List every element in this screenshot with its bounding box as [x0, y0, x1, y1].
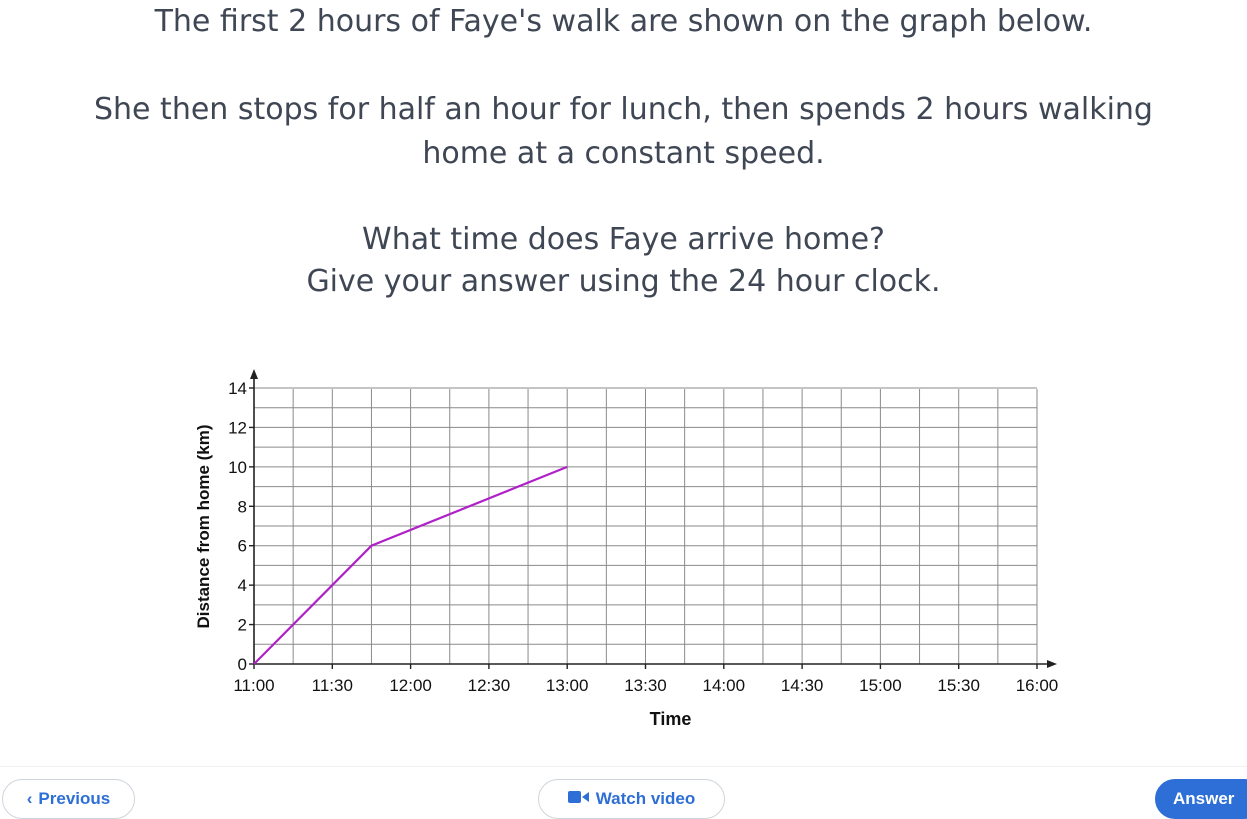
watch-video-label: Watch video — [596, 789, 696, 809]
y-tick-label: 0 — [238, 655, 247, 674]
question-line-5: Give your answer using the 24 hour clock… — [0, 264, 1247, 300]
x-tick-label: 14:30 — [781, 676, 824, 695]
y-tick-label: 12 — [228, 418, 247, 437]
question-line-4: What time does Faye arrive home? — [0, 222, 1247, 258]
x-tick-label: 12:30 — [468, 676, 511, 695]
y-axis-label: Distance from home (km) — [194, 424, 213, 628]
video-camera-icon — [568, 789, 590, 809]
previous-button[interactable]: ‹ Previous — [2, 779, 135, 819]
watch-video-button[interactable]: Watch video — [538, 779, 725, 819]
footer-bar: ‹ Previous Watch video Answer — [0, 766, 1247, 805]
x-axis-label: Time — [650, 709, 692, 729]
x-tick-label: 11:30 — [312, 676, 353, 695]
previous-label: Previous — [38, 789, 110, 809]
y-tick-label: 8 — [238, 497, 247, 516]
answer-button[interactable]: Answer — [1155, 779, 1247, 819]
y-tick-label: 6 — [238, 537, 247, 556]
distance-time-graph: 0 2 4 6 8 10 12 14 11:00 11:30 12:00 12:30 13:00 13:3… — [185, 355, 1065, 745]
chevron-left-icon: ‹ — [27, 789, 33, 809]
y-tick-label: 4 — [238, 576, 247, 595]
x-tick-label: 15:30 — [937, 676, 980, 695]
x-tick-label: 11:00 — [233, 676, 274, 695]
x-tick-label: 16:00 — [1016, 676, 1059, 695]
x-axis-arrow — [1047, 660, 1057, 668]
answer-label: Answer — [1173, 789, 1234, 809]
chart-svg: 0 2 4 6 8 10 12 14 11:00 11:30 12:00 12:30 13:00 13:3… — [185, 355, 1065, 745]
x-tick-label: 13:30 — [624, 676, 667, 695]
x-tick-label: 12:00 — [389, 676, 432, 695]
question-line-3: home at a constant speed. — [0, 136, 1247, 172]
x-tick-label: 15:00 — [859, 676, 902, 695]
y-tick-label: 2 — [238, 616, 247, 635]
x-tick-label: 13:00 — [546, 676, 589, 695]
y-tick-label: 10 — [228, 458, 247, 477]
x-tick-label: 14:00 — [703, 676, 746, 695]
y-axis-arrow — [250, 369, 258, 379]
question-line-2: She then stops for half an hour for lunc… — [0, 92, 1247, 128]
y-tick-label: 14 — [228, 379, 247, 398]
question-line-1: The first 2 hours of Faye's walk are sho… — [0, 4, 1247, 40]
